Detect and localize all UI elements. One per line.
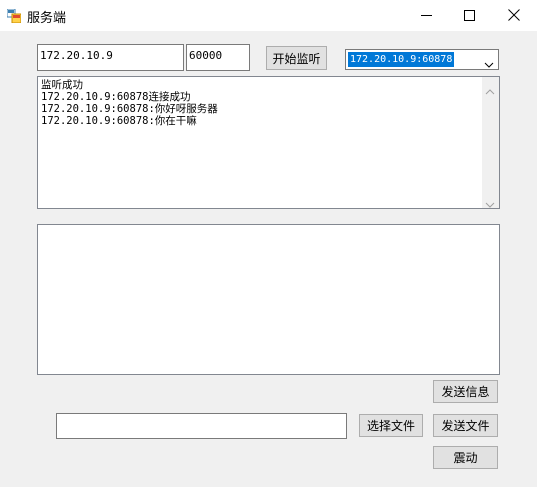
log-textarea[interactable]: 监听成功 172.20.10.9:60878连接成功 172.20.10.9:6… [37,76,500,209]
port-input[interactable]: 60000 [186,44,250,71]
scroll-up-icon[interactable] [485,81,495,95]
client-select-value: 172.20.10.9:60878 [348,52,455,67]
close-button[interactable] [491,0,537,31]
log-line: 监听成功 [41,79,83,91]
scroll-down-icon[interactable] [485,194,495,208]
file-path-input[interactable] [56,413,347,439]
client-select[interactable]: 172.20.10.9:60878 [345,49,499,70]
maximize-icon [463,6,475,25]
send-file-button[interactable]: 发送文件 [433,414,498,437]
log-lines: 监听成功 172.20.10.9:60878连接成功 172.20.10.9:6… [41,79,218,127]
log-line: 172.20.10.9:60878连接成功 [41,91,191,103]
send-message-button[interactable]: 发送信息 [433,380,498,403]
log-scrollbar[interactable] [482,77,499,208]
message-input[interactable] [37,224,500,375]
title-bar[interactable]: 服务端 [0,0,537,31]
ip-address-input[interactable]: 172.20.10.9 [37,44,184,71]
maximize-button[interactable] [446,0,492,31]
shake-button[interactable]: 震动 [433,446,498,469]
minimize-button[interactable] [403,0,449,31]
log-line: 172.20.10.9:60878:你在干嘛 [41,115,197,127]
chevron-down-icon [484,55,494,68]
start-listen-button[interactable]: 开始监听 [266,46,327,70]
window-title: 服务端 [27,11,67,26]
minimize-icon [420,6,432,25]
close-icon [508,6,520,25]
app-icon [6,8,22,24]
log-line: 172.20.10.9:60878:你好呀服务器 [41,103,218,115]
choose-file-button[interactable]: 选择文件 [359,414,423,437]
